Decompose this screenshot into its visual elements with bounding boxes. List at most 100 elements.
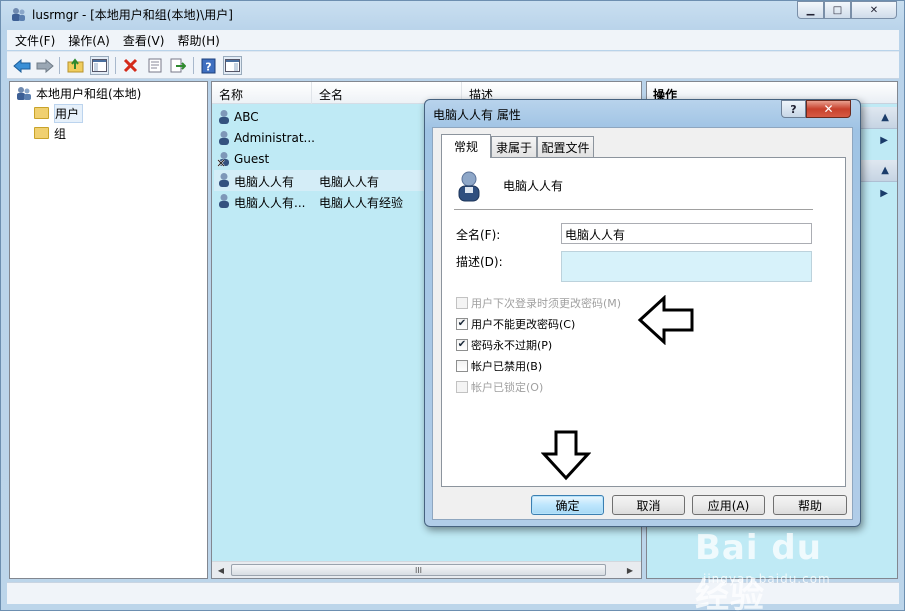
minimize-icon: ▁	[806, 4, 815, 16]
menu-bar: 文件(F) 操作(A) 查看(V) 帮助(H)	[7, 30, 899, 50]
back-button[interactable]	[12, 56, 31, 75]
tree-node-root[interactable]: 本地用户和组(本地)	[16, 84, 141, 102]
checkbox-label: 用户下次登录时须更改密码(M)	[471, 297, 622, 310]
more-actions-icon[interactable]: ▶	[880, 188, 888, 199]
export-list-button[interactable]	[168, 56, 187, 75]
up-folder-icon	[67, 58, 84, 73]
export-list-icon	[170, 58, 186, 73]
column-header-fullname[interactable]: 全名	[319, 86, 343, 103]
ok-button[interactable]: 确定	[531, 495, 604, 515]
back-arrow-icon	[12, 58, 30, 73]
toolbar-separator	[193, 57, 194, 74]
apply-button[interactable]: 应用(A)	[692, 495, 765, 515]
user-fullname-cell: 电脑人人有经验	[319, 196, 404, 210]
scroll-right-icon[interactable]: ▶	[624, 565, 636, 576]
tree-node-users[interactable]: 用户	[34, 103, 84, 123]
baidu-watermark: Bai du 经验 jingyan.baidu.com	[695, 528, 860, 611]
delete-button[interactable]	[121, 56, 140, 75]
collapse-up-icon[interactable]: ▲	[881, 112, 889, 123]
svg-text:?: ?	[205, 60, 211, 73]
fullname-label: 全名(F):	[456, 228, 501, 242]
user-heading: 电脑人人有	[503, 179, 564, 193]
must-change-password-checkbox: 用户下次登录时须更改密码(M)	[456, 295, 621, 311]
left-arrow-annotation-icon	[637, 295, 694, 345]
password-never-expires-checkbox[interactable]: ✔ 密码永不过期(P)	[456, 337, 552, 353]
checkbox-label: 密码永不过期(P)	[471, 339, 553, 352]
tab-general[interactable]: 常规	[441, 134, 491, 158]
user-name-cell: Administrat...	[234, 131, 314, 145]
properties-icon	[148, 58, 161, 73]
maximize-icon: □	[832, 4, 843, 16]
cancel-button[interactable]: 取消	[612, 495, 685, 515]
checkbox-label: 用户不能更改密码(C)	[471, 318, 576, 331]
help-dialog-button[interactable]: 帮助	[773, 495, 847, 515]
checkbox-box[interactable]	[456, 360, 468, 372]
help-icon: ?	[201, 58, 216, 73]
user-name-cell: Guest	[234, 152, 270, 166]
user-icon	[219, 173, 229, 187]
dialog-title: 电脑人人有 属性	[433, 108, 521, 122]
description-field[interactable]	[561, 251, 812, 282]
toolbar-separator	[59, 57, 60, 74]
user-name-cell: 电脑人人有...	[234, 196, 306, 210]
title-bar: lusrmgr - [本地用户和组(本地)\用户] ▁ □ ✕	[1, 1, 904, 29]
watermark-url: jingyan.baidu.com	[703, 572, 831, 586]
tree-users-label: 用户	[54, 103, 84, 123]
checkmark-icon[interactable]: ✔	[456, 339, 468, 351]
dialog-help-button[interactable]: ?	[781, 100, 806, 118]
fullname-field[interactable]: 电脑人人有	[561, 223, 812, 244]
forward-arrow-icon	[36, 58, 54, 73]
checkbox-box	[456, 297, 468, 309]
user-icon	[219, 110, 229, 124]
checkbox-box	[456, 381, 468, 393]
down-arrow-annotation-icon	[541, 430, 591, 481]
show-hide-tree-button[interactable]	[90, 56, 109, 75]
up-one-level-button[interactable]	[66, 56, 85, 75]
window-title: lusrmgr - [本地用户和组(本地)\用户]	[32, 8, 233, 22]
dialog-close-button[interactable]: ✕	[806, 100, 851, 118]
scrollbar-thumb[interactable]: III	[231, 564, 606, 576]
collapse-up-icon[interactable]: ▲	[881, 165, 889, 176]
menu-help[interactable]: 帮助(H)	[177, 32, 219, 49]
question-icon: ?	[790, 102, 797, 116]
user-account-icon	[458, 171, 480, 202]
user-name-cell: 电脑人人有	[234, 175, 295, 189]
user-icon	[219, 194, 229, 208]
forward-button[interactable]	[35, 56, 54, 75]
properties-button[interactable]	[145, 56, 164, 75]
disabled-user-icon	[217, 152, 229, 167]
tree-groups-label: 组	[54, 126, 67, 141]
minimize-button[interactable]: ▁	[797, 1, 824, 19]
tree-node-groups[interactable]: 组	[34, 124, 66, 142]
scroll-left-icon[interactable]: ◀	[215, 565, 227, 576]
users-app-icon	[12, 8, 25, 21]
horizontal-scrollbar[interactable]: ◀ III ▶	[212, 561, 641, 578]
column-divider[interactable]	[311, 82, 312, 104]
show-hide-action-pane-button[interactable]	[223, 56, 242, 75]
cannot-change-password-checkbox[interactable]: ✔ 用户不能更改密码(C)	[456, 316, 575, 332]
mmc-pane-icon	[225, 59, 240, 72]
menu-file[interactable]: 文件(F)	[15, 32, 55, 49]
help-button[interactable]: ?	[199, 56, 218, 75]
close-window-button[interactable]: ✕	[851, 1, 897, 19]
menu-action[interactable]: 操作(A)	[68, 32, 110, 49]
tab-profile[interactable]: 配置文件	[537, 136, 594, 157]
account-locked-checkbox: 帐户已锁定(O)	[456, 379, 543, 395]
checkmark-icon[interactable]: ✔	[456, 318, 468, 330]
close-icon: ✕	[823, 102, 834, 116]
tab-member-of[interactable]: 隶属于	[491, 136, 537, 157]
maximize-button[interactable]: □	[824, 1, 851, 19]
watermark-logo: Bai du 经验	[695, 528, 822, 611]
user-icon	[219, 131, 229, 145]
toolbar-separator	[115, 57, 116, 74]
show-hide-tree-icon	[92, 59, 107, 72]
checkbox-label: 帐户已锁定(O)	[471, 381, 544, 394]
account-disabled-checkbox[interactable]: 帐户已禁用(B)	[456, 358, 542, 374]
column-header-name[interactable]: 名称	[219, 86, 243, 103]
users-groups-icon	[17, 86, 31, 100]
folder-icon	[34, 127, 49, 139]
divider	[454, 209, 813, 210]
folder-icon	[34, 107, 49, 119]
more-actions-icon[interactable]: ▶	[880, 135, 888, 146]
menu-view[interactable]: 查看(V)	[123, 32, 165, 49]
